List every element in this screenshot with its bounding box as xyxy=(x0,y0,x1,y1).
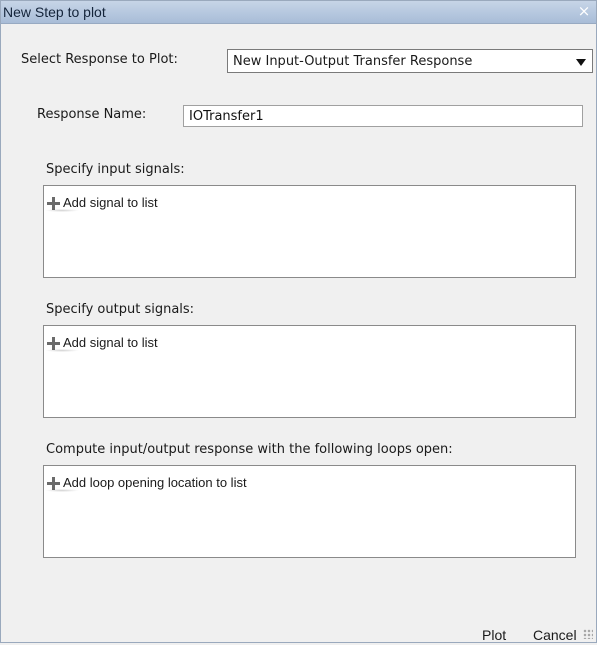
response-name-label: Response Name: xyxy=(37,107,147,122)
window-title: New Step to plot xyxy=(3,4,106,20)
select-response-label: Select Response to Plot: xyxy=(21,52,178,67)
response-type-select[interactable]: New Input-Output Transfer Response xyxy=(227,49,593,73)
loop-openings-list[interactable]: Add loop opening location to list xyxy=(43,465,576,558)
add-output-signal-label: Add signal to list xyxy=(63,335,158,350)
input-signals-label: Specify input signals: xyxy=(46,162,185,177)
output-signals-label: Specify output signals: xyxy=(46,302,195,317)
output-signals-list[interactable]: Add signal to list xyxy=(43,325,576,418)
dropdown-arrow-icon[interactable] xyxy=(576,59,586,66)
response-name-input[interactable] xyxy=(183,105,583,127)
response-type-value: New Input-Output Transfer Response xyxy=(233,54,473,69)
dialog-window: New Step to plot × Select Response to Pl… xyxy=(0,0,597,643)
add-input-signal-label: Add signal to list xyxy=(63,195,158,210)
close-icon[interactable]: × xyxy=(576,2,592,20)
input-signals-list[interactable]: Add signal to list xyxy=(43,185,576,278)
title-bar[interactable]: New Step to plot × xyxy=(1,1,596,24)
status-bar xyxy=(1,619,596,642)
loops-open-label: Compute input/output response with the f… xyxy=(46,442,453,457)
resize-grip-icon[interactable] xyxy=(583,629,593,639)
add-loop-opening-label: Add loop opening location to list xyxy=(63,475,247,490)
